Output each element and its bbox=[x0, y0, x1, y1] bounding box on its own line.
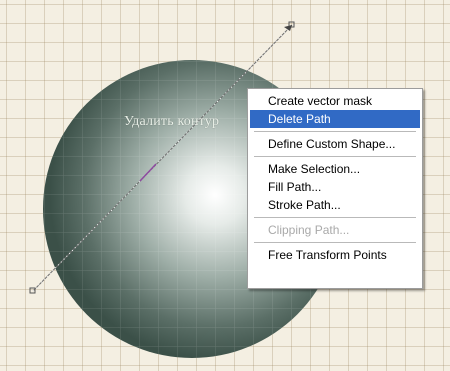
menu-item-create-vector-mask[interactable]: Create vector mask bbox=[250, 92, 420, 110]
menu-item-free-transform-points[interactable]: Free Transform Points bbox=[250, 246, 420, 264]
menu-separator bbox=[254, 156, 416, 157]
anchor-point-start[interactable] bbox=[29, 287, 36, 294]
menu-separator bbox=[254, 131, 416, 132]
menu-item-delete-path[interactable]: Delete Path bbox=[250, 110, 420, 128]
menu-item-clipping-path: Clipping Path... bbox=[268, 223, 350, 237]
menu-item-fill-path[interactable]: Fill Path... bbox=[250, 178, 420, 196]
menu-item-stroke-path[interactable]: Stroke Path... bbox=[250, 196, 420, 214]
menu-separator bbox=[254, 242, 416, 243]
caption-label: Удалить контур bbox=[124, 114, 220, 129]
menu-item-make-selection[interactable]: Make Selection... bbox=[250, 160, 420, 178]
menu-item-define-custom-shape[interactable]: Define Custom Shape... bbox=[250, 135, 420, 153]
document-canvas[interactable]: Удалить контур Create vector mask Delete … bbox=[0, 0, 450, 371]
context-menu: Create vector mask Delete Path Define Cust… bbox=[247, 88, 423, 289]
path-direction-arrow-icon bbox=[284, 25, 292, 31]
menu-separator bbox=[254, 217, 416, 218]
